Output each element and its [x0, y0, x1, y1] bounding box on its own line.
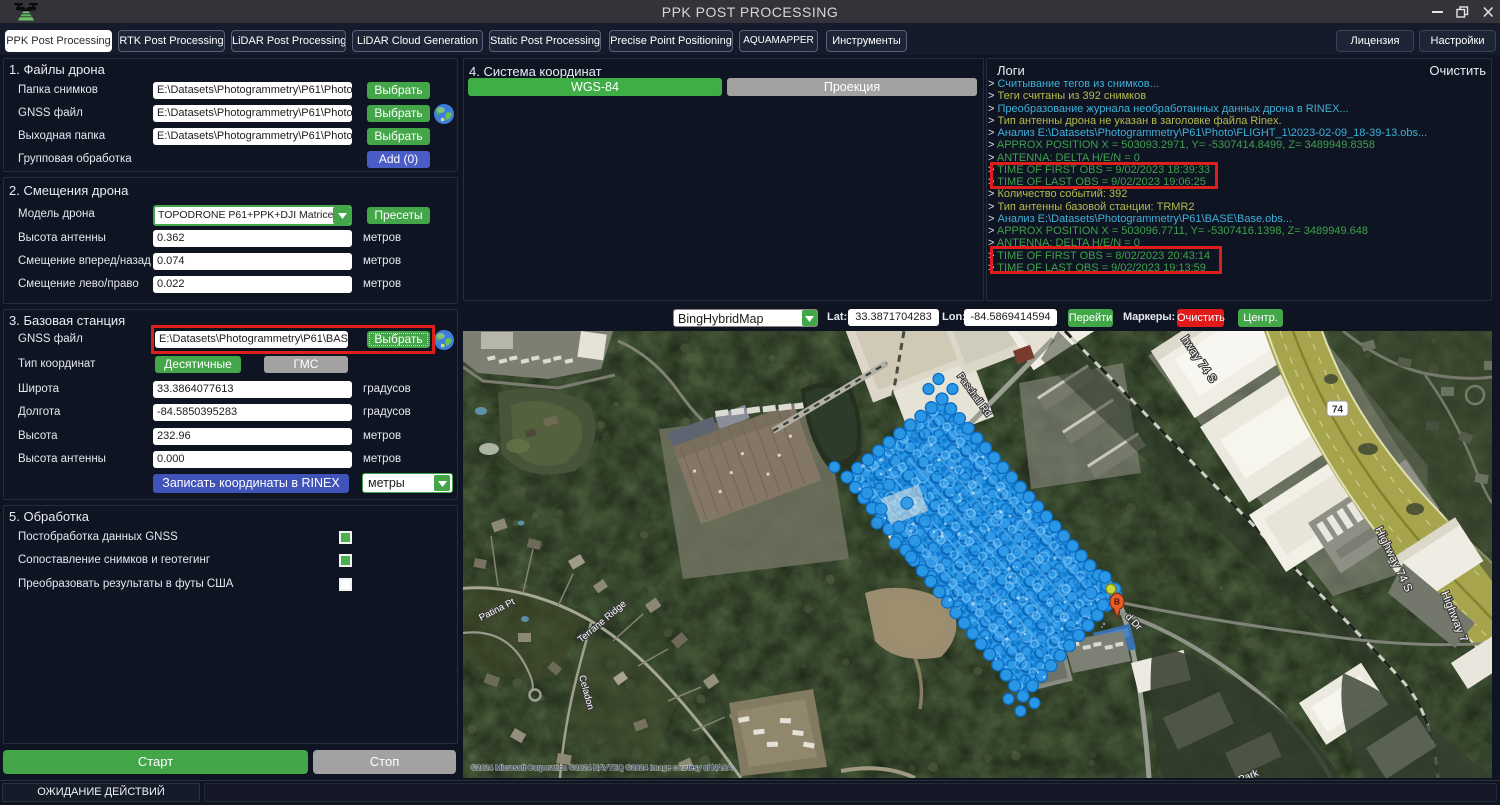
svg-text:©2024 Microsoft Corporation ©: ©2024 Microsoft Corporation ©2024 NAVTEQ…: [471, 763, 732, 772]
svg-text:B: B: [1114, 597, 1120, 607]
svg-text:74: 74: [1332, 405, 1344, 416]
